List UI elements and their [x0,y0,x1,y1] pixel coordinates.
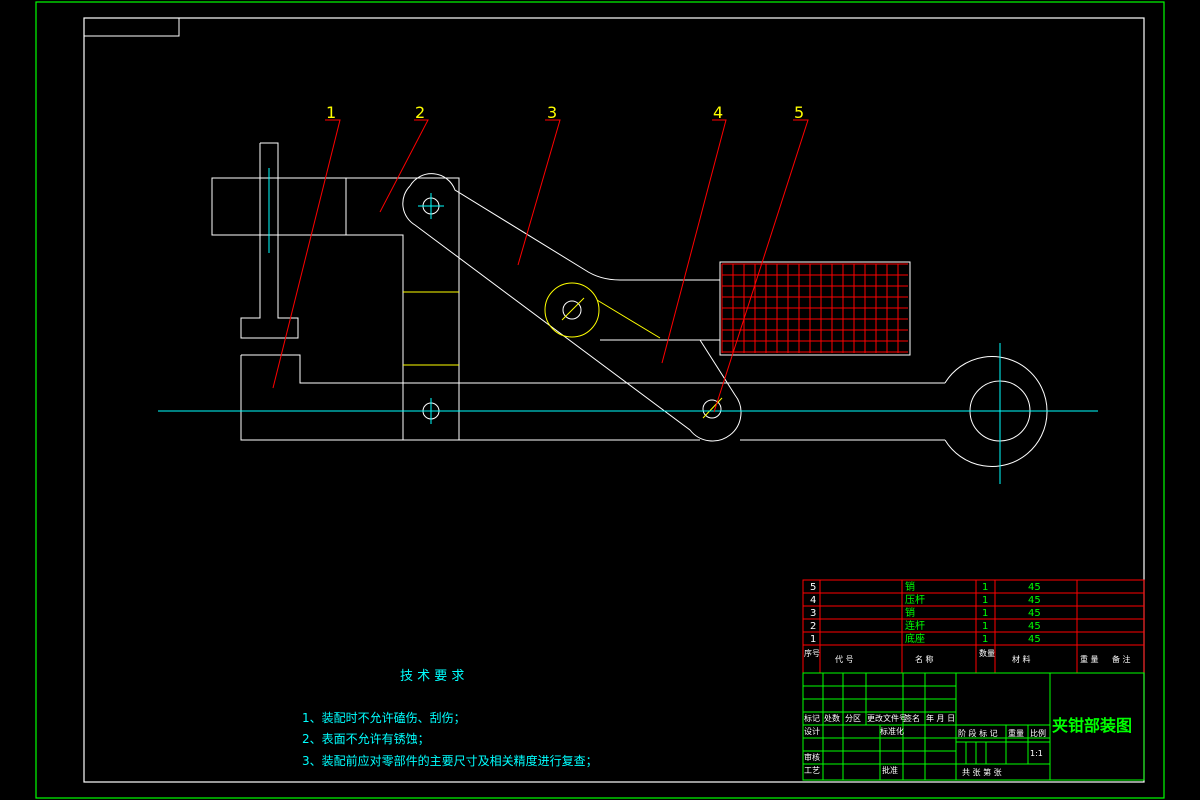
bom-rows: 5 销 1 45 4 压杆 1 45 3 销 1 45 2 连杆 1 45 1 … [810,580,1041,645]
svg-text:1: 1 [982,621,988,632]
svg-text:压杆: 压杆 [905,594,925,606]
svg-text:处数: 处数 [824,713,840,723]
svg-text:标记: 标记 [804,713,820,723]
tech-req-item-1: 1、装配时不允许磕伤、刮伤； [302,710,466,725]
inner-frame [83,17,1145,783]
bom-header: 序号 代 号 名 称 数量 材 料 重 量 备 注 [804,648,1131,664]
lever-arm [402,173,742,442]
svg-text:1: 1 [810,634,816,645]
svg-text:45: 45 [1028,608,1041,619]
balloon-1: 1 [326,103,336,122]
svg-text:连杆: 连杆 [905,619,925,632]
svg-text:共 张 第 张: 共 张 第 张 [962,767,1002,777]
clamp-post [211,142,347,339]
tech-req-item-2: 2、表面不允许有锈蚀； [302,731,430,746]
svg-text:1: 1 [982,634,988,645]
svg-text:标准化: 标准化 [880,726,904,736]
balloon-numbers: 1 2 3 4 5 [326,103,804,122]
svg-text:重量: 重量 [1008,728,1024,738]
svg-text:批准: 批准 [882,765,898,775]
svg-text:序号: 序号 [804,648,820,658]
pivot-top [418,193,444,219]
svg-text:设计: 设计 [804,726,820,736]
tech-req-heading: 技 术 要 求 [400,669,464,684]
cad-drawing: 1 2 3 4 5 技 术 要 求 1、装配时不允许磕伤、刮伤； 2、表面不允许… [35,1,1165,799]
svg-text:1: 1 [982,608,988,619]
svg-text:5: 5 [810,582,816,593]
svg-text:1:1: 1:1 [1030,749,1043,758]
mid-pivot-link [596,299,661,339]
svg-text:年 月 日: 年 月 日 [926,713,955,723]
balloon-5: 5 [794,103,804,122]
svg-text:数量: 数量 [979,648,995,658]
link-body [345,177,460,441]
svg-text:45: 45 [1028,634,1041,645]
balloon-4: 4 [713,103,723,122]
svg-text:备 注: 备 注 [1112,654,1131,664]
svg-text:分区: 分区 [845,714,861,723]
balloon-3: 3 [547,103,557,122]
balloon-2: 2 [415,103,425,122]
svg-text:销: 销 [905,580,915,593]
svg-text:阶 段 标 记: 阶 段 标 记 [958,728,998,738]
handle-grip [719,261,911,356]
corner-box [83,17,180,37]
svg-text:2: 2 [810,621,816,632]
svg-text:45: 45 [1028,621,1041,632]
svg-text:1: 1 [982,595,988,606]
svg-text:1: 1 [982,582,988,593]
svg-text:名 称: 名 称 [915,654,934,664]
svg-text:材 料: 材 料 [1012,654,1031,664]
outer-frame [35,1,1165,799]
svg-text:销: 销 [905,606,915,619]
pivot-lever-end [702,397,723,419]
leader-lines [272,119,809,413]
svg-text:4: 4 [810,595,816,606]
svg-text:比例: 比例 [1030,728,1046,738]
svg-text:底座: 底座 [905,632,925,645]
svg-text:工艺: 工艺 [804,766,820,775]
svg-text:45: 45 [1028,595,1041,606]
tech-req-item-3: 3、装配前应对零部件的主要尺寸及相关精度进行复查； [302,753,598,768]
svg-text:代 号: 代 号 [835,654,854,664]
svg-text:45: 45 [1028,582,1041,593]
svg-text:重 量: 重 量 [1080,654,1099,664]
svg-text:3: 3 [810,608,816,619]
svg-text:签名: 签名 [904,713,920,723]
drawing-title: 夹钳部装图 [1052,716,1132,735]
svg-text:审核: 审核 [804,752,820,762]
svg-text:更改文件号: 更改文件号 [867,713,907,723]
